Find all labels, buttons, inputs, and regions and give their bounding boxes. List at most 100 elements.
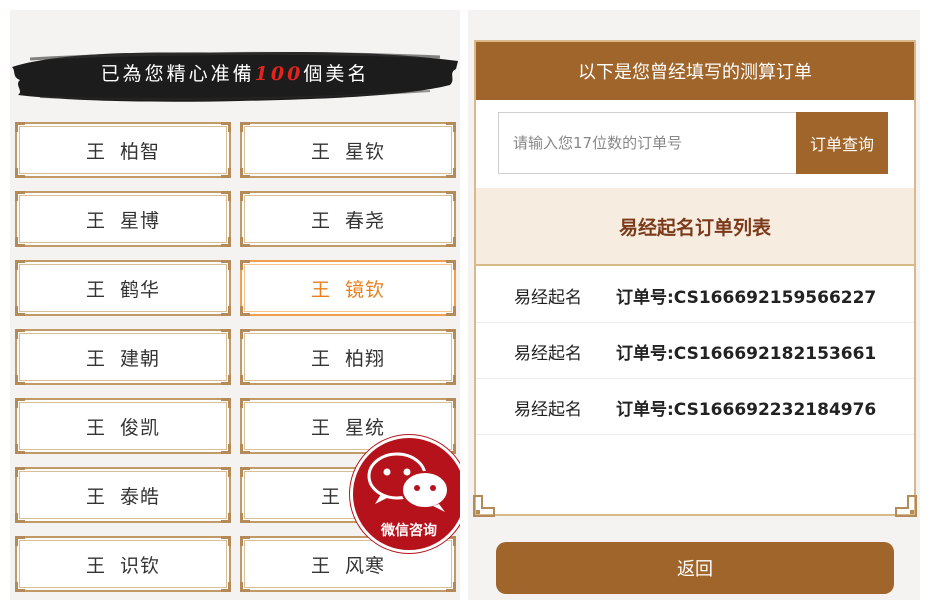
corner-ornament: [446, 122, 456, 132]
order-row[interactable]: 易经起名 订单号:CS166692182153661: [476, 324, 914, 379]
name-option-button[interactable]: 王柏智: [15, 122, 231, 178]
corner-ornament: [240, 237, 250, 247]
corner-ornament: [221, 237, 231, 247]
corner-ornament: [15, 168, 25, 178]
corner-ornament: [15, 306, 25, 316]
surname-label: 王: [310, 278, 331, 301]
banner-title: 已為您精心准備100個美名: [10, 59, 460, 86]
corner-ornament: [240, 329, 250, 339]
order-number-label: 订单号:CS166692182153661: [616, 343, 877, 364]
corner-ornament: [221, 122, 231, 132]
banner-text-before: 已為您精心准備: [100, 63, 255, 85]
corner-ornament: [221, 536, 231, 546]
corner-ornament: [221, 260, 231, 270]
name-option-button[interactable]: 王星钦: [240, 122, 456, 178]
corner-ornament: [221, 168, 231, 178]
back-button[interactable]: 返回: [496, 542, 894, 594]
given-name-label: 识钦: [120, 554, 161, 577]
order-type-label: 易经起名: [514, 287, 582, 308]
corner-ornament: [446, 260, 456, 270]
given-name-label: 泰皓: [120, 485, 161, 508]
corner-ornament: [240, 122, 250, 132]
corner-ornament: [15, 191, 25, 201]
corner-ornament: [221, 191, 231, 201]
corner-ornament: [446, 237, 456, 247]
corner-ornament: [240, 582, 250, 592]
frame-ornament-right: [895, 495, 917, 517]
name-option-button[interactable]: 王鹤华: [15, 260, 231, 316]
given-name-label: 风寒: [345, 554, 386, 577]
given-name-label: 鹤华: [120, 278, 161, 301]
corner-ornament: [221, 444, 231, 454]
order-row[interactable]: 易经起名 订单号:CS166692232184976: [476, 380, 914, 435]
given-name-label: 镜钦: [345, 278, 386, 301]
surname-label: 王: [310, 209, 331, 232]
surname-label: 王: [85, 209, 106, 232]
name-option-button[interactable]: 王春尧: [240, 191, 456, 247]
order-type-label: 易经起名: [514, 399, 582, 420]
corner-ornament: [446, 398, 456, 408]
given-name-label: 柏翔: [345, 347, 386, 370]
surname-label: 王: [85, 416, 106, 439]
corner-ornament: [15, 398, 25, 408]
wechat-consult-label: 微信咨询: [381, 523, 437, 539]
wechat-consult-button[interactable]: 微信咨询: [350, 435, 460, 553]
corner-ornament: [446, 582, 456, 592]
order-row[interactable]: 易经起名 订单号:CS166692159566227: [476, 268, 914, 323]
surname-label: 王: [310, 554, 331, 577]
surname-label: 王: [85, 347, 106, 370]
order-query-button[interactable]: 订单查询: [796, 112, 888, 174]
corner-ornament: [15, 375, 25, 385]
corner-ornament: [240, 536, 250, 546]
name-option-button[interactable]: 王柏翔: [240, 329, 456, 385]
order-list-title: 易经起名订单列表: [476, 188, 914, 266]
corner-ornament: [15, 329, 25, 339]
name-option-button[interactable]: 王星博: [15, 191, 231, 247]
name-option-button[interactable]: 王镜钦: [240, 260, 456, 316]
corner-ornament: [221, 582, 231, 592]
corner-ornament: [446, 168, 456, 178]
banner-count: 100: [254, 63, 304, 85]
corner-ornament: [446, 191, 456, 201]
surname-label: 王: [320, 485, 341, 508]
corner-ornament: [446, 329, 456, 339]
given-name-label: 建朝: [120, 347, 161, 370]
corner-ornament: [15, 513, 25, 523]
frame-ornament-left: [473, 495, 495, 517]
name-option-button[interactable]: 王识钦: [15, 536, 231, 592]
order-number-input[interactable]: [498, 112, 798, 174]
corner-ornament: [240, 260, 250, 270]
corner-ornament: [240, 467, 250, 477]
corner-ornament: [240, 398, 250, 408]
corner-ornament: [15, 582, 25, 592]
order-list-screen: 以下是您曾经填写的测算订单 订单查询 易经起名订单列表 易经起名订单号:CS16…: [468, 10, 920, 600]
name-list-screen: 已為您精心准備100個美名 王柏智王星钦王星博王春尧王鹤华王镜钦王建朝王柏翔王俊…: [10, 10, 460, 600]
given-name-label: 春尧: [345, 209, 386, 232]
surname-label: 王: [85, 485, 106, 508]
order-search: 订单查询: [498, 112, 888, 174]
corner-ornament: [240, 306, 250, 316]
surname-label: 王: [310, 416, 331, 439]
corner-ornament: [240, 375, 250, 385]
order-frame: 以下是您曾经填写的测算订单 订单查询 易经起名订单列表 易经起名订单号:CS16…: [473, 40, 917, 517]
corner-ornament: [221, 398, 231, 408]
corner-ornament: [240, 513, 250, 523]
corner-ornament: [15, 122, 25, 132]
given-name-label: 星统: [345, 416, 386, 439]
surname-label: 王: [85, 278, 106, 301]
corner-ornament: [15, 444, 25, 454]
wechat-icon: [367, 452, 449, 512]
corner-ornament: [446, 375, 456, 385]
surname-label: 王: [85, 554, 106, 577]
corner-ornament: [221, 329, 231, 339]
name-option-button[interactable]: 王泰皓: [15, 467, 231, 523]
given-name-label: 柏智: [120, 140, 161, 163]
corner-ornament: [240, 444, 250, 454]
given-name-label: 俊凯: [120, 416, 161, 439]
name-option-button[interactable]: 王俊凯: [15, 398, 231, 454]
order-number-label: 订单号:CS166692232184976: [616, 399, 877, 420]
order-number-label: 订单号:CS166692159566227: [616, 287, 877, 308]
name-option-button[interactable]: 王建朝: [15, 329, 231, 385]
banner-text-after: 個美名: [303, 63, 370, 85]
corner-ornament: [221, 513, 231, 523]
